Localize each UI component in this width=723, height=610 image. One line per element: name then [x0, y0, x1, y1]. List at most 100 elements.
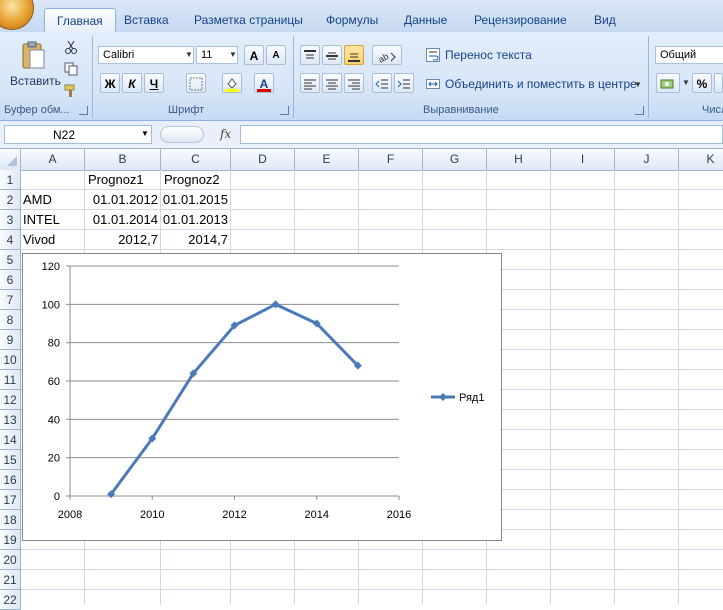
underline-button[interactable]: Ч — [144, 73, 164, 93]
decrease-indent-icon[interactable] — [372, 73, 392, 93]
align-right-icon[interactable] — [344, 73, 364, 93]
row-header-6[interactable]: 6 — [0, 270, 21, 290]
orientation-icon[interactable]: ab — [372, 45, 402, 65]
cell-c3[interactable]: 01.01.2013 — [161, 210, 228, 230]
grow-font-button[interactable]: A — [244, 45, 264, 65]
cell-b1[interactable]: Prognoz1 — [88, 170, 144, 190]
align-middle-icon[interactable] — [322, 45, 342, 65]
row-header-15[interactable]: 15 — [0, 450, 21, 470]
copy-icon[interactable] — [64, 62, 78, 76]
column-header-k[interactable]: K — [679, 149, 723, 170]
fill-color-icon[interactable] — [222, 73, 242, 93]
paste-icon[interactable] — [20, 40, 48, 72]
comma-style-button[interactable] — [714, 73, 723, 93]
row-header-20[interactable]: 20 — [0, 550, 21, 570]
column-header-e[interactable]: E — [295, 149, 359, 170]
chevron-down-icon[interactable]: ▼ — [141, 129, 149, 138]
chart-plot-area: 0 20 40 60 80 100 120 2008 2010 2012 2014 2016 Ряд1 — [42, 261, 485, 521]
tab-review[interactable]: Рецензирование — [474, 13, 567, 27]
row-header-5[interactable]: 5 — [0, 250, 21, 270]
x-tick-label: 2016 — [387, 509, 411, 521]
row-header-13[interactable]: 13 — [0, 410, 21, 430]
cell-b4[interactable]: 2012,7 — [85, 230, 158, 250]
italic-button[interactable]: К — [122, 73, 142, 93]
column-header-g[interactable]: G — [423, 149, 487, 170]
merge-center-icon[interactable] — [426, 77, 440, 91]
font-name-select[interactable]: Calibri — [98, 46, 194, 64]
line-chart[interactable]: 0 20 40 60 80 100 120 2008 2010 2012 2014 2016 Ряд1 — [22, 253, 502, 541]
borders-icon[interactable] — [186, 73, 206, 93]
align-bottom-icon[interactable] — [344, 45, 364, 65]
tab-data[interactable]: Данные — [404, 13, 447, 27]
column-header-d[interactable]: D — [231, 149, 295, 170]
column-header-f[interactable]: F — [359, 149, 423, 170]
row-header-8[interactable]: 8 — [0, 310, 21, 330]
number-format-select[interactable]: Общий — [655, 46, 723, 64]
align-center-icon[interactable] — [322, 73, 342, 93]
cell-a2[interactable]: AMD — [23, 190, 52, 210]
row-header-12[interactable]: 12 — [0, 390, 21, 410]
tab-formulas[interactable]: Формулы — [326, 13, 378, 27]
row-header-14[interactable]: 14 — [0, 430, 21, 450]
wrap-text-button[interactable]: Перенос текста — [445, 48, 532, 62]
row-header-10[interactable]: 10 — [0, 350, 21, 370]
bold-button[interactable]: Ж — [100, 73, 120, 93]
increase-indent-icon[interactable] — [394, 73, 414, 93]
cell-b2[interactable]: 01.01.2012 — [85, 190, 158, 210]
cell-c1[interactable]: Prognoz2 — [164, 170, 220, 190]
formula-input[interactable] — [240, 125, 723, 144]
group-divider — [293, 36, 294, 118]
row-header-21[interactable]: 21 — [0, 570, 21, 590]
cut-icon[interactable] — [64, 40, 78, 54]
row-header-17[interactable]: 17 — [0, 490, 21, 510]
chevron-down-icon: ▼ — [634, 80, 642, 89]
font-color-swatch — [257, 89, 271, 92]
select-all-button[interactable] — [0, 149, 21, 170]
paste-button[interactable]: Вставить — [10, 74, 61, 88]
legend-label: Ряд1 — [459, 392, 484, 404]
column-header-i[interactable]: I — [551, 149, 615, 170]
row-header-2[interactable]: 2 — [0, 190, 21, 210]
cell-a3[interactable]: INTEL — [23, 210, 60, 230]
percent-button[interactable]: % — [692, 73, 712, 93]
shrink-font-button[interactable]: A — [266, 45, 286, 65]
row-header-18[interactable]: 18 — [0, 510, 21, 530]
column-header-b[interactable]: B — [85, 149, 161, 170]
column-header-h[interactable]: H — [487, 149, 551, 170]
column-header-j[interactable]: J — [615, 149, 679, 170]
cell-b3[interactable]: 01.01.2014 — [85, 210, 158, 230]
tab-insert[interactable]: Вставка — [124, 13, 169, 27]
chevron-down-icon: ▼ — [229, 50, 237, 59]
column-header-c[interactable]: C — [161, 149, 231, 170]
row-header-4[interactable]: 4 — [0, 230, 21, 250]
tab-home[interactable]: Главная — [44, 8, 116, 33]
alignment-launcher-icon[interactable] — [635, 106, 644, 115]
format-painter-icon[interactable] — [64, 84, 78, 98]
row-header-16[interactable]: 16 — [0, 470, 21, 490]
row-header-11[interactable]: 11 — [0, 370, 21, 390]
cell-c2[interactable]: 01.01.2015 — [161, 190, 228, 210]
insert-function-button[interactable]: fx — [220, 127, 231, 141]
formula-bar-splitter[interactable] — [160, 126, 204, 143]
tab-view[interactable]: Вид — [594, 13, 616, 27]
wrap-text-icon[interactable] — [426, 48, 440, 62]
row-header-3[interactable]: 3 — [0, 210, 21, 230]
align-left-icon[interactable] — [300, 73, 320, 93]
row-header-7[interactable]: 7 — [0, 290, 21, 310]
currency-format-icon[interactable] — [656, 73, 680, 93]
row-header-9[interactable]: 9 — [0, 330, 21, 350]
tab-page-layout[interactable]: Разметка страницы — [194, 13, 303, 27]
align-top-icon[interactable] — [300, 45, 320, 65]
row-header-1[interactable]: 1 — [0, 170, 21, 190]
merge-center-button[interactable]: Объединить и поместить в центре — [445, 77, 637, 91]
font-launcher-icon[interactable] — [280, 106, 289, 115]
column-header-a[interactable]: A — [21, 149, 85, 170]
name-box[interactable]: N22 ▼ — [4, 125, 152, 144]
cell-a4[interactable]: Vivod — [23, 230, 55, 250]
y-tick-label: 80 — [48, 338, 60, 350]
cell-c4[interactable]: 2014,7 — [161, 230, 228, 250]
row-header-22[interactable]: 22 — [0, 590, 21, 610]
clipboard-launcher-icon[interactable] — [79, 106, 88, 115]
row-header-19[interactable]: 19 — [0, 530, 21, 550]
gridline — [678, 170, 679, 605]
